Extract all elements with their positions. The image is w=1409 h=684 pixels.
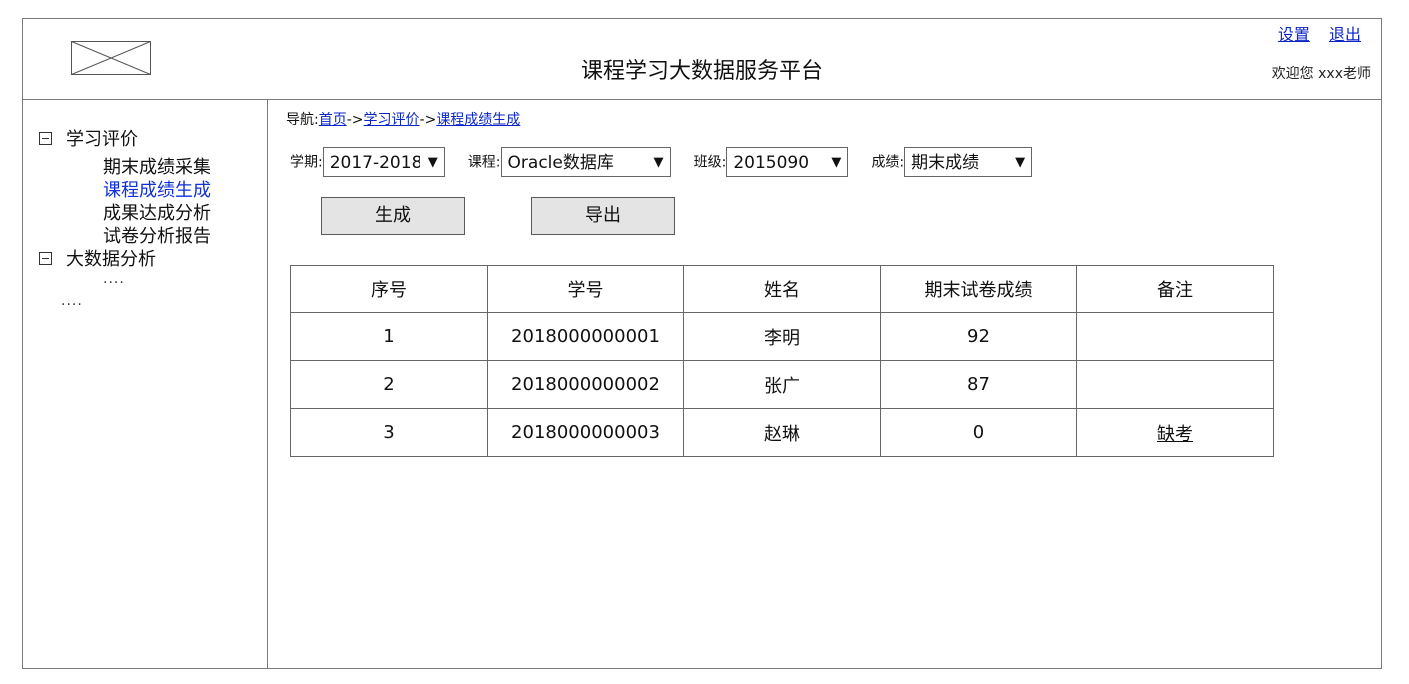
sidebar-item-final-score-collect[interactable]: 期末成绩采集 (103, 157, 211, 179)
course-filter: 课程: Oracle数据库 ▼ (468, 147, 671, 177)
table-row: 1 2018000000001 李明 92 (290, 312, 1274, 361)
semester-label: 学期: (290, 154, 323, 171)
cell-score: 92 (880, 312, 1077, 361)
breadcrumb-course-score[interactable]: 课程成绩生成 (436, 112, 520, 128)
score-type-label: 成绩: (871, 154, 905, 171)
main-content: 导航:首页->学习评价->课程成绩生成 学期: 2017-2018·▼ 课程: Or… (268, 99, 1381, 668)
breadcrumb-learning-eval[interactable]: 学习评价 (364, 112, 420, 128)
sidebar-group-label: 大数据分析 (66, 249, 156, 270)
column-header-student-id: 学号 (487, 265, 684, 313)
export-button[interactable]: 导出 (531, 197, 675, 235)
column-header-name: 姓名 (683, 265, 881, 313)
table-row: 3 2018000000003 赵琳 0 缺考 (290, 408, 1274, 457)
cell-student-id: 2018000000003 (487, 408, 684, 457)
table-row: 2 2018000000002 张广 87 (290, 360, 1274, 409)
cell-remark (1076, 312, 1274, 361)
filter-bar: 学期: 2017-2018· ▼ 课程: Oracle数据库 ▼ 班级: 2015090 ▼… (290, 147, 1050, 179)
score-type-value: 期末成绩 (911, 153, 980, 173)
sidebar: 学习评价 期末成绩采集 课程成绩生成 成果达成分析 试卷分析报告 大数据分析 ·… (23, 99, 268, 668)
score-table: 序号 学号 姓名 期末试卷成绩 备注 1 2018000000001 李明 92… (290, 265, 1274, 457)
header: 课程学习大数据服务平台 设置 退出 欢迎您 xxx老师 (23, 19, 1381, 100)
dropdown-arrow-icon: ▼ (1015, 155, 1026, 170)
breadcrumb: 导航:首页->学习评价->课程成绩生成 (286, 109, 520, 129)
app-frame: 课程学习大数据服务平台 设置 退出 欢迎您 xxx老师 学习评价 期末成绩采集 … (22, 18, 1382, 669)
sidebar-group-big-data[interactable]: 大数据分析 (39, 249, 156, 271)
course-select[interactable]: Oracle数据库 ▼ (500, 147, 671, 177)
breadcrumb-home[interactable]: 首页 (319, 112, 347, 128)
cell-name: 张广 (683, 360, 881, 409)
class-filter: 班级: 2015090 ▼ (694, 147, 849, 177)
column-header-index: 序号 (290, 265, 488, 313)
cell-name: 赵琳 (683, 408, 881, 457)
semester-value: 2017-2018· (329, 153, 420, 173)
table-header-row: 序号 学号 姓名 期末试卷成绩 备注 (290, 265, 1274, 313)
sidebar-item-outcome-analysis[interactable]: 成果达成分析 (103, 203, 211, 225)
welcome-text: 欢迎您 xxx老师 (1271, 66, 1371, 82)
dropdown-arrow-icon: ▼ (653, 155, 664, 170)
collapse-icon[interactable] (39, 251, 52, 265)
score-type-filter: 成绩: 期末成绩 ▼ (871, 147, 1033, 177)
course-value: Oracle数据库 (507, 153, 614, 173)
app-title: 课程学习大数据服务平台 (580, 59, 823, 84)
class-value: 2015090 (733, 153, 810, 173)
cell-remark (1076, 360, 1274, 409)
absent-remark-link[interactable]: 缺考 (1157, 424, 1193, 445)
cell-index: 2 (290, 360, 488, 409)
collapse-icon[interactable] (39, 131, 52, 145)
cell-remark: 缺考 (1076, 408, 1274, 457)
sidebar-item-paper-analysis-report[interactable]: 试卷分析报告 (103, 226, 211, 248)
semester-select[interactable]: 2017-2018· ▼ (322, 147, 445, 177)
dropdown-arrow-icon: ▼ (427, 155, 438, 170)
sidebar-item-more[interactable]: ···· (103, 275, 125, 291)
breadcrumb-separator: -> (419, 112, 437, 128)
sidebar-more[interactable]: ···· (61, 297, 83, 313)
cell-name: 李明 (683, 312, 881, 361)
cell-student-id: 2018000000001 (487, 312, 684, 361)
column-header-remark: 备注 (1076, 265, 1274, 313)
class-select[interactable]: 2015090 ▼ (726, 147, 849, 177)
column-header-score: 期末试卷成绩 (880, 265, 1077, 313)
cell-score: 0 (880, 408, 1077, 457)
sidebar-group-learning-eval[interactable]: 学习评价 (39, 129, 138, 151)
score-type-select[interactable]: 期末成绩 ▼ (904, 147, 1033, 177)
cell-score: 87 (880, 360, 1077, 409)
semester-filter: 学期: 2017-2018· ▼ (290, 147, 445, 177)
logout-link[interactable]: 退出 (1329, 25, 1361, 44)
generate-button[interactable]: 生成 (321, 197, 465, 235)
settings-link[interactable]: 设置 (1278, 25, 1310, 44)
cell-index: 1 (290, 312, 488, 361)
sidebar-group-label: 学习评价 (66, 129, 138, 150)
course-label: 课程: (467, 154, 501, 171)
dropdown-arrow-icon: ▼ (831, 155, 842, 170)
cell-index: 3 (290, 408, 488, 457)
sidebar-item-course-score-generate[interactable]: 课程成绩生成 (103, 180, 211, 202)
cell-student-id: 2018000000002 (487, 360, 684, 409)
breadcrumb-prefix: 导航: (286, 112, 319, 128)
breadcrumb-separator: -> (346, 112, 364, 128)
class-label: 班级: (693, 154, 727, 171)
top-links: 设置 退出 (1264, 21, 1361, 45)
